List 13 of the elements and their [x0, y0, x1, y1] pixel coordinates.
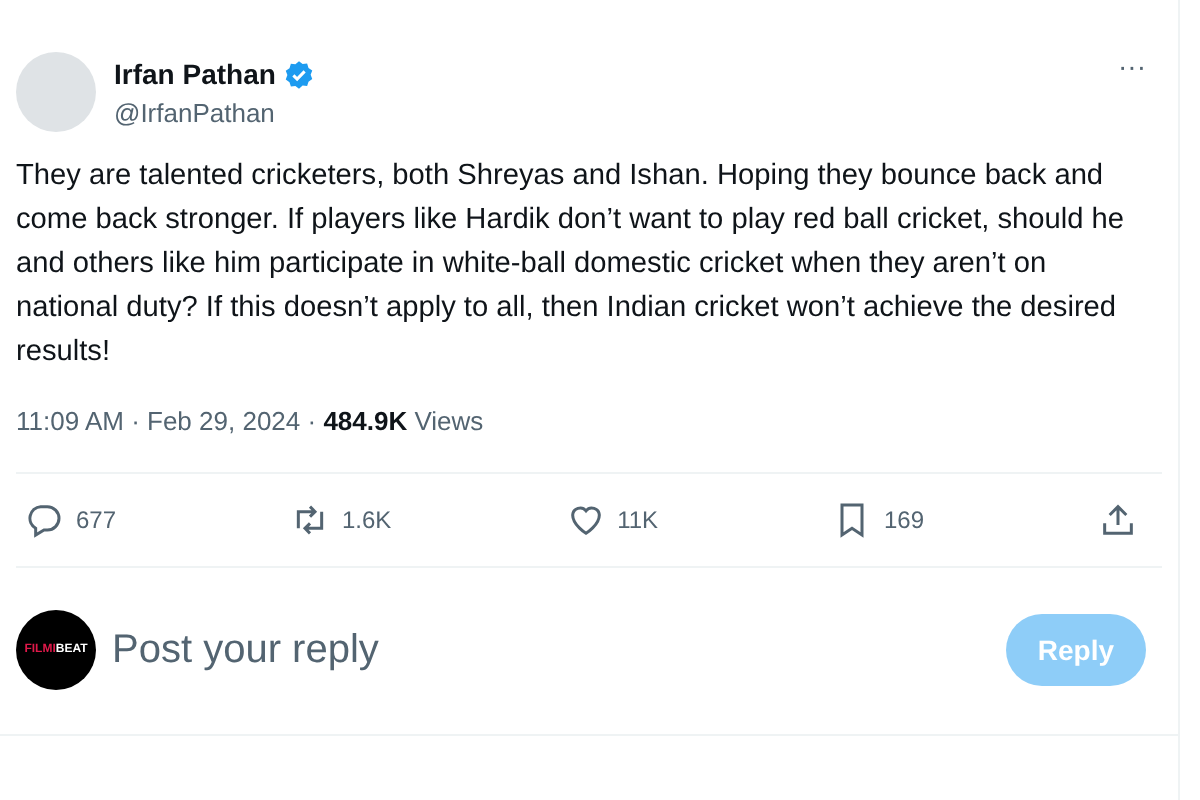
post-text: They are talented cricketers, both Shreyas and Ishan. Hoping they bounce back and come back stronger. If players like Hardik don’t want to play red ball cricket, should he and others like him participate in white-ball domestic cricket when they aren’t on national duty? If this doesn’t apply to all, then Indian cricket won’t achieve the desired results!	[16, 158, 1127, 372]
reply-input-field[interactable]: Post your reply	[112, 620, 1006, 680]
share-button[interactable]	[1097, 499, 1138, 539]
repost-button[interactable]: 1.6K	[289, 499, 392, 539]
more-button[interactable]: ···	[1118, 52, 1146, 80]
author-name[interactable]: Irfan Pathan	[114, 54, 276, 96]
reply-button[interactable]: 677	[24, 499, 117, 539]
post-timestamp: 11:09 AM · Feb 29, 2024 · 484.9K Views	[16, 404, 486, 440]
reply-icon	[24, 499, 64, 539]
share-icon	[1097, 499, 1138, 539]
bookmark-button[interactable]: 169	[832, 499, 925, 539]
like-button[interactable]: 11K	[565, 499, 659, 539]
author-handle[interactable]: @IrfanPathan	[114, 96, 314, 132]
